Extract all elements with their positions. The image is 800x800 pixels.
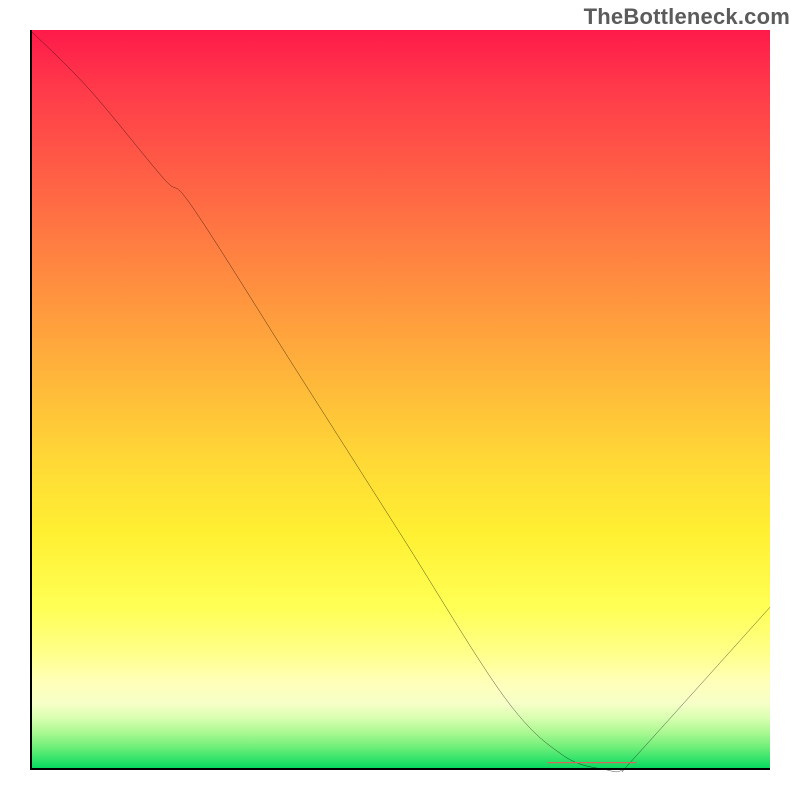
attribution-text: TheBottleneck.com <box>584 4 790 30</box>
chart-marker <box>30 30 770 770</box>
